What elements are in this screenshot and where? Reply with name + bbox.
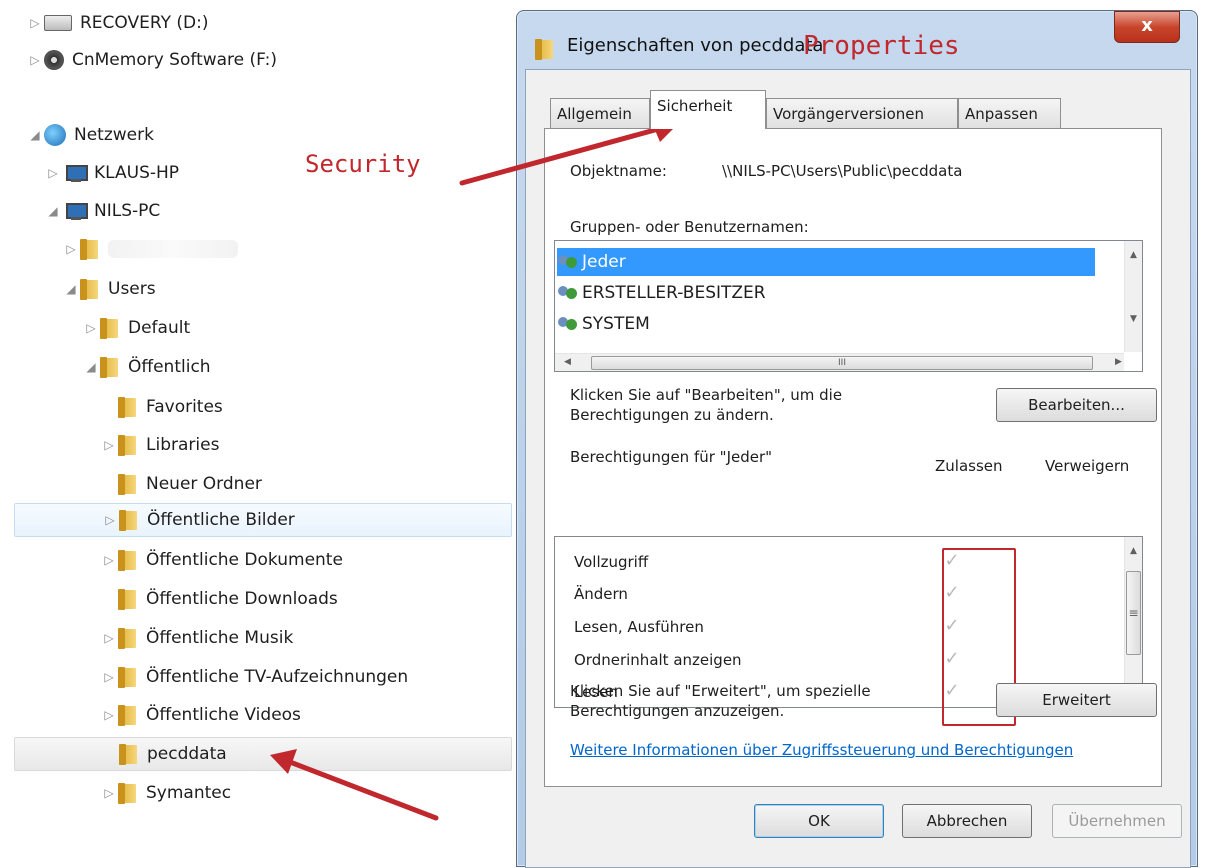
tab-sicherheit[interactable]: Sicherheit bbox=[650, 90, 766, 129]
annotation-arrows bbox=[270, 118, 680, 821]
pecddata-arrow bbox=[270, 749, 439, 821]
security-arrow bbox=[459, 118, 680, 186]
